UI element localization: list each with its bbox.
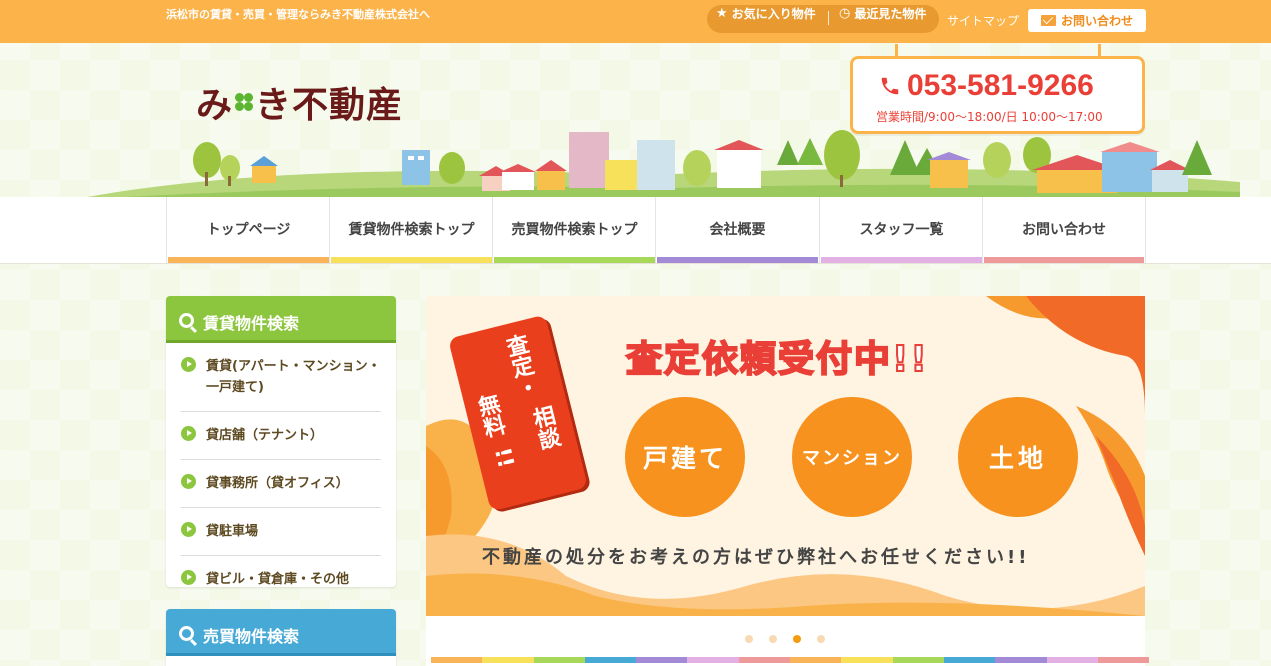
search-icon xyxy=(179,313,194,328)
arrow-bullet-icon xyxy=(181,570,196,585)
global-nav: トップページ 賃貸物件検索トップ 売買物件検索トップ 会社概要 スタッフ一覧 お… xyxy=(0,197,1271,264)
list-item[interactable]: 貸駐車場 xyxy=(181,508,381,556)
arrow-bullet-icon xyxy=(181,426,196,441)
circle-mansion: マンション xyxy=(792,397,912,517)
favorites-link[interactable]: ★ お気に入り物件 xyxy=(716,5,816,22)
slider-dot-2[interactable] xyxy=(769,635,777,643)
mail-icon xyxy=(1040,15,1056,26)
slide-footer-text: 不動産の処分をお考えの方はぜひ弊社へお任せください!! xyxy=(482,547,1030,568)
arrow-bullet-icon xyxy=(181,522,196,537)
site-tagline: 浜松市の賃貸・売買・管理ならみき不動産株式会社へ xyxy=(166,8,430,21)
nav-color-bar xyxy=(494,257,655,263)
arrow-bullet-icon xyxy=(181,357,196,372)
slider-dot-4[interactable] xyxy=(817,635,825,643)
circle-land: 土地 xyxy=(958,397,1078,517)
slider-dot-1[interactable] xyxy=(745,635,753,643)
sale-search-heading: 売買物件検索 xyxy=(166,609,396,656)
nav-contact[interactable]: お問い合わせ xyxy=(982,197,1146,264)
nav-color-bar xyxy=(657,257,818,263)
pill-divider xyxy=(828,11,829,25)
rent-search-panel: 賃貸物件検索 賃貸(アパート・マンション・一戸建て) 貸店舗（テナント） 貸事務… xyxy=(166,296,396,587)
nav-color-bar xyxy=(821,257,982,263)
nav-color-bar xyxy=(168,257,329,263)
circle-detached-house: 戸建て xyxy=(625,397,745,517)
decorative-color-bar xyxy=(431,657,1150,663)
search-icon xyxy=(179,626,194,641)
nav-staff[interactable]: スタッフ一覧 xyxy=(819,197,983,264)
nav-color-bar xyxy=(331,257,492,263)
list-item[interactable]: 貸事務所（貸オフィス） xyxy=(181,460,381,508)
list-item[interactable]: 貸店舗（テナント） xyxy=(181,412,381,460)
top-bar: 浜松市の賃貸・売買・管理ならみき不動産株式会社へ ★ お気に入り物件 ◷ 最近見… xyxy=(0,0,1271,43)
header-contact-button[interactable]: お問い合わせ xyxy=(1028,9,1146,32)
phone-number-link[interactable]: 053-581-9266 xyxy=(879,69,1094,103)
rent-category-list: 賃貸(アパート・マンション・一戸建て) 貸店舗（テナント） 貸事務所（貸オフィス… xyxy=(166,343,396,603)
nav-rent-search[interactable]: 賃貸物件検索トップ xyxy=(329,197,493,264)
sale-search-panel: 売買物件検索 xyxy=(166,609,396,666)
list-item[interactable]: 貸ビル・貸倉庫・その他 xyxy=(181,556,381,603)
slider-dot-3[interactable] xyxy=(793,635,801,643)
nav-color-bar xyxy=(984,257,1144,263)
list-item[interactable]: 賃貸(アパート・マンション・一戸建て) xyxy=(181,343,381,412)
sitemap-link[interactable]: サイトマップ xyxy=(947,12,1019,29)
nav-company[interactable]: 会社概要 xyxy=(655,197,819,264)
nav-sale-search[interactable]: 売買物件検索トップ xyxy=(492,197,656,264)
arrow-bullet-icon xyxy=(181,474,196,489)
recent-link[interactable]: ◷ 最近見た物件 xyxy=(839,5,926,22)
clock-icon: ◷ xyxy=(839,6,851,21)
rent-search-heading: 賃貸物件検索 xyxy=(166,296,396,343)
hero-slider[interactable]: 査定・ 相談 無料 !! 査定依頼受付中!! 戸建て マンション 土地 不動産の… xyxy=(426,296,1145,616)
phone-icon xyxy=(881,77,899,95)
phone-sign: 053-581-9266 営業時間/9:00〜18:00/日 10:00〜17:… xyxy=(850,56,1145,134)
star-icon: ★ xyxy=(716,6,728,21)
nav-top[interactable]: トップページ xyxy=(166,197,330,264)
slide-headline: 査定依頼受付中!! xyxy=(625,338,929,381)
clover-icon xyxy=(235,93,254,111)
business-hours: 営業時間/9:00〜18:00/日 10:00〜17:00 xyxy=(876,110,1103,124)
